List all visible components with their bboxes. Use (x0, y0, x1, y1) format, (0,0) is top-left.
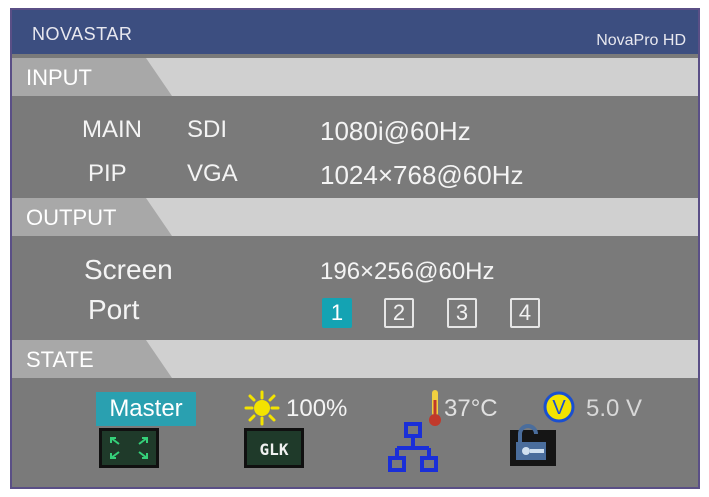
top-bar: NOVASTAR NovaPro HD (12, 10, 698, 54)
main-source-label: SDI (187, 116, 228, 143)
input-section-header: INPUT (12, 58, 698, 96)
port-2-button[interactable]: 2 (384, 298, 414, 328)
model-label: NovaPro HD (596, 32, 686, 49)
main-format-value: 1080i@60Hz (320, 116, 471, 146)
screen-label: Screen (84, 254, 173, 285)
state-section-label: STATE (26, 347, 94, 372)
output-section-label: OUTPUT (26, 205, 117, 230)
fullscreen-icon[interactable] (99, 428, 159, 468)
screen-resolution-value: 196×256@60Hz (320, 258, 495, 285)
sun-icon (244, 390, 280, 426)
port-label: Port (88, 294, 140, 325)
lock-icon[interactable] (510, 422, 556, 466)
port-1-button[interactable]: 1 (322, 298, 352, 328)
svg-text:GLK: GLK (260, 440, 289, 459)
pip-source-label: VGA (187, 160, 238, 187)
svg-text:V: V (552, 397, 566, 419)
temperature-value: 37°C (444, 395, 498, 422)
main-slot-label: MAIN (82, 116, 142, 143)
brightness-value: 100% (286, 395, 348, 422)
port-4-button[interactable]: 4 (510, 298, 540, 328)
brand-label: NOVASTAR (32, 24, 133, 44)
input-section-label: INPUT (26, 65, 92, 90)
voltage-value: 5.0 V (586, 395, 643, 422)
glk-icon[interactable]: GLK (244, 428, 304, 468)
output-section-header: OUTPUT (12, 198, 698, 236)
state-section-header: STATE (12, 340, 698, 378)
pip-slot-label: PIP (88, 160, 127, 187)
master-badge: Master (96, 392, 196, 426)
network-icon[interactable] (384, 420, 444, 476)
port-3-button[interactable]: 3 (447, 298, 477, 328)
device-screen: NOVASTAR NovaPro HD INPUT MAIN SDI 1080i… (10, 8, 700, 489)
voltage-icon: V (542, 390, 576, 424)
pip-format-value: 1024×768@60Hz (320, 160, 524, 190)
